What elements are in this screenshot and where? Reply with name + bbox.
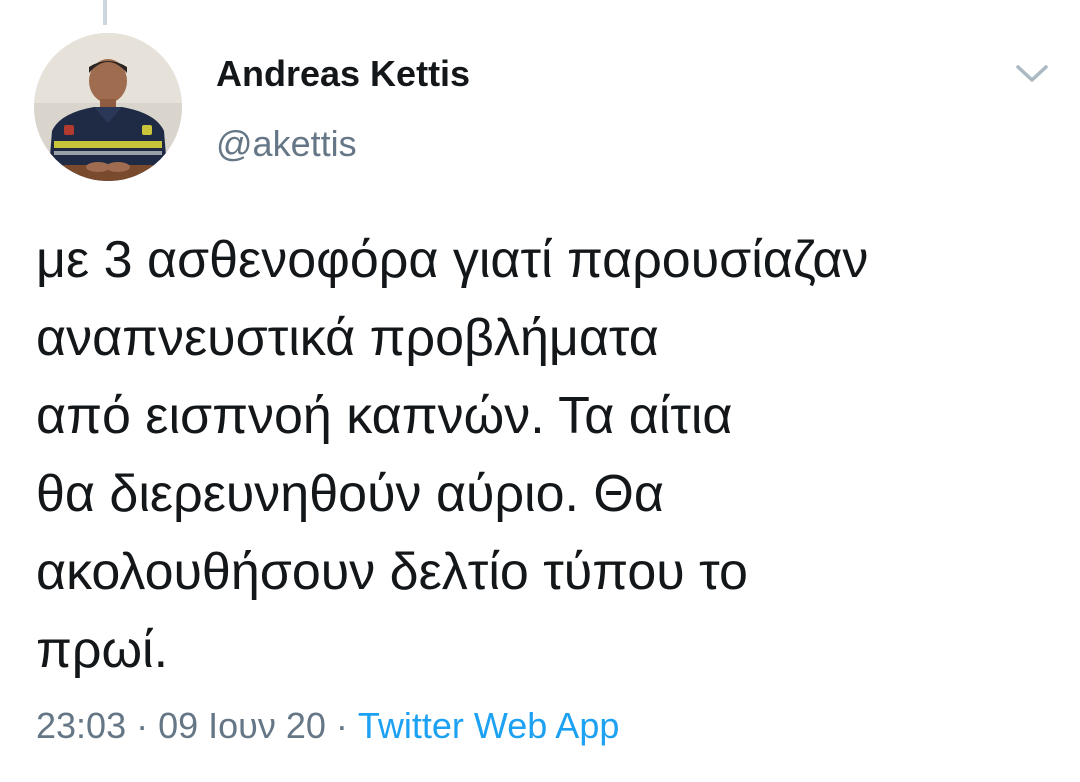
tweet-text-line: ακολουθήσουν δελτίο τύπου το: [36, 543, 748, 601]
meta-separator: ·: [325, 705, 358, 746]
author-handle[interactable]: @akettis: [216, 120, 357, 168]
author-display-name[interactable]: Andreas Kettis: [216, 50, 470, 98]
tweet-date[interactable]: 09 Ιουν 20: [158, 705, 326, 746]
chevron-down-icon: [1016, 65, 1048, 82]
meta-separator: ·: [126, 705, 159, 746]
tweet-text-line: θα διερευνηθούν αύριο. Θα: [36, 465, 664, 523]
tweet-text-line: αναπνευστικά προβλήματα: [36, 309, 659, 367]
tweet-source-link[interactable]: Twitter Web App: [358, 705, 619, 746]
tweet-text: με 3 ασθενοφόρα γιατί παρουσίαζαν αναπνε…: [36, 221, 1046, 689]
tweet-time[interactable]: 23:03: [36, 705, 126, 746]
tweet-menu-button[interactable]: [1012, 58, 1052, 88]
tweet-text-line: από εισπνοή καπνών. Τα αίτια: [36, 387, 733, 445]
tweet-text-line: πρωί.: [36, 621, 169, 679]
author-avatar[interactable]: [34, 33, 182, 181]
tweet-metadata: 23:03 · 09 Ιουν 20 · Twitter Web App: [36, 702, 619, 750]
avatar-photo-icon: [34, 33, 182, 181]
tweet-text-line: με 3 ασθενοφόρα γιατί παρουσίαζαν: [36, 231, 869, 289]
thread-connector-line: [103, 0, 107, 25]
